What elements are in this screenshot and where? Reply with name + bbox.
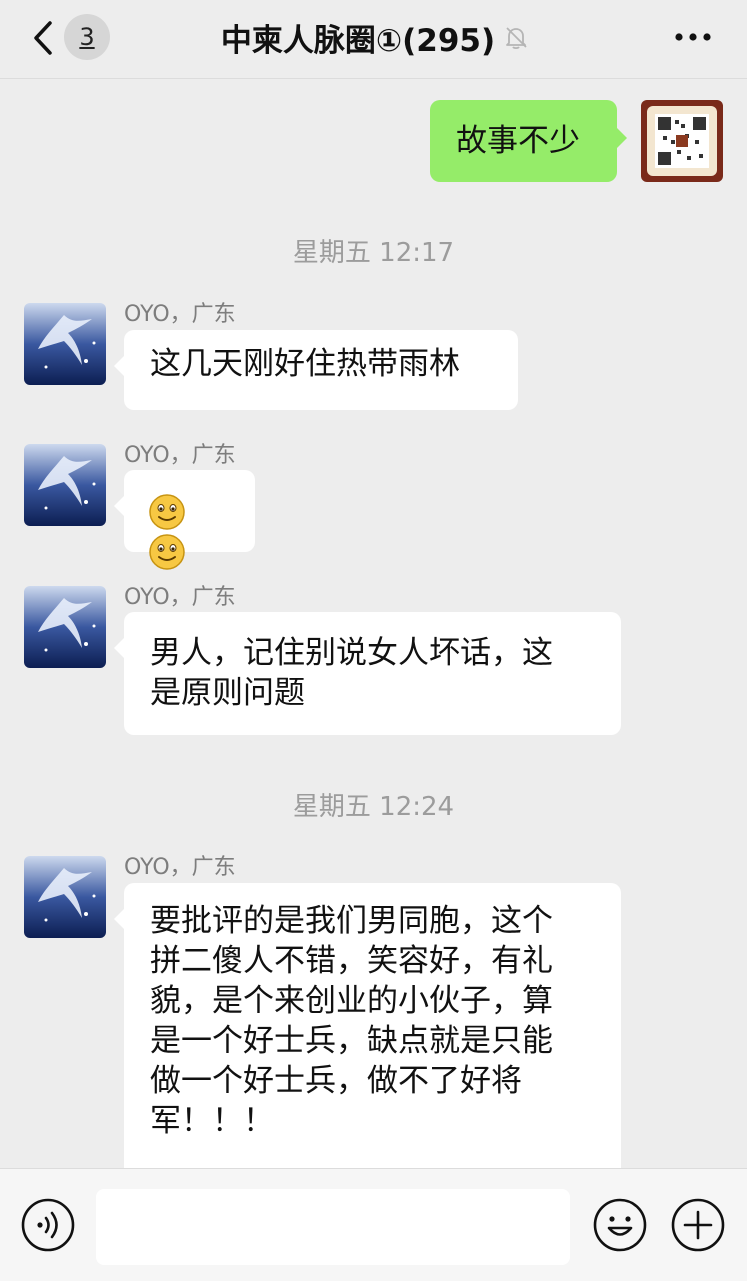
- smile-emoji-icon: [149, 534, 185, 570]
- sender-name: OYO，广东: [124, 585, 236, 610]
- sender-name: OYO，广东: [124, 855, 236, 880]
- smile-emoji-icon: [149, 493, 185, 530]
- sender-avatar[interactable]: [24, 856, 106, 938]
- message-text: 这几天刚好住热带雨林: [150, 346, 460, 382]
- chat-header: 3 中柬人脉圈①(295): [0, 0, 747, 79]
- emoji-face-icon[interactable]: [592, 1197, 648, 1253]
- title-container: 中柬人脉圈①(295): [150, 14, 600, 60]
- bell-off-icon: [506, 27, 527, 50]
- timestamp: 星期五 12:17: [292, 238, 455, 268]
- message-line: 做一个好士兵，做不了好将: [150, 1063, 522, 1099]
- message-line: 是原则问题: [150, 675, 305, 711]
- plus-circle-icon[interactable]: [670, 1197, 726, 1253]
- sender-name: OYO，广东: [124, 302, 236, 327]
- sender-avatar[interactable]: [24, 303, 106, 385]
- back-button[interactable]: [24, 18, 64, 58]
- message-line: 要批评的是我们男同胞，这个: [150, 903, 553, 939]
- fairy-avatar-icon: [24, 444, 106, 526]
- message-text: 故事不少: [456, 123, 580, 159]
- message-line: 拼二傻人不错，笑容好，有礼: [150, 943, 553, 979]
- message-bubble[interactable]: 要批评的是我们男同胞，这个 拼二傻人不错，笑容好，有礼 貌，是个来创业的小伙子，…: [114, 883, 621, 1183]
- qr-code-avatar-icon: [641, 100, 723, 182]
- message-bubble[interactable]: 这几天刚好住热带雨林: [114, 330, 518, 410]
- more-dots-icon[interactable]: [673, 24, 713, 50]
- message-line: 貌，是个来创业的小伙子，算: [150, 983, 553, 1019]
- unread-count-badge[interactable]: 3: [64, 14, 110, 60]
- emoji-message-bubble[interactable]: [114, 470, 255, 570]
- sender-name: OYO，广东: [124, 443, 236, 468]
- message-line: 军！！！: [150, 1103, 274, 1139]
- chat-title: 中柬人脉圈①(295): [220, 22, 496, 59]
- voice-icon[interactable]: [20, 1197, 76, 1253]
- fairy-avatar-icon: [24, 856, 106, 938]
- message-bubble[interactable]: 男人，记住别说女人坏话，这 是原则问题: [114, 612, 621, 735]
- fairy-avatar-icon: [24, 303, 106, 385]
- message-input[interactable]: [96, 1189, 570, 1265]
- self-avatar[interactable]: [641, 100, 723, 182]
- timestamp: 星期五 12:24: [292, 792, 455, 822]
- self-message-bubble[interactable]: 故事不少: [430, 100, 627, 182]
- sender-avatar[interactable]: [24, 444, 106, 526]
- message-line: 是一个好士兵，缺点就是只能: [150, 1023, 553, 1059]
- message-line: 男人，记住别说女人坏话，这: [150, 635, 553, 671]
- sender-avatar[interactable]: [24, 586, 106, 668]
- chevron-left-icon: [34, 21, 52, 55]
- input-bar: [0, 1168, 747, 1281]
- fairy-avatar-icon: [24, 586, 106, 668]
